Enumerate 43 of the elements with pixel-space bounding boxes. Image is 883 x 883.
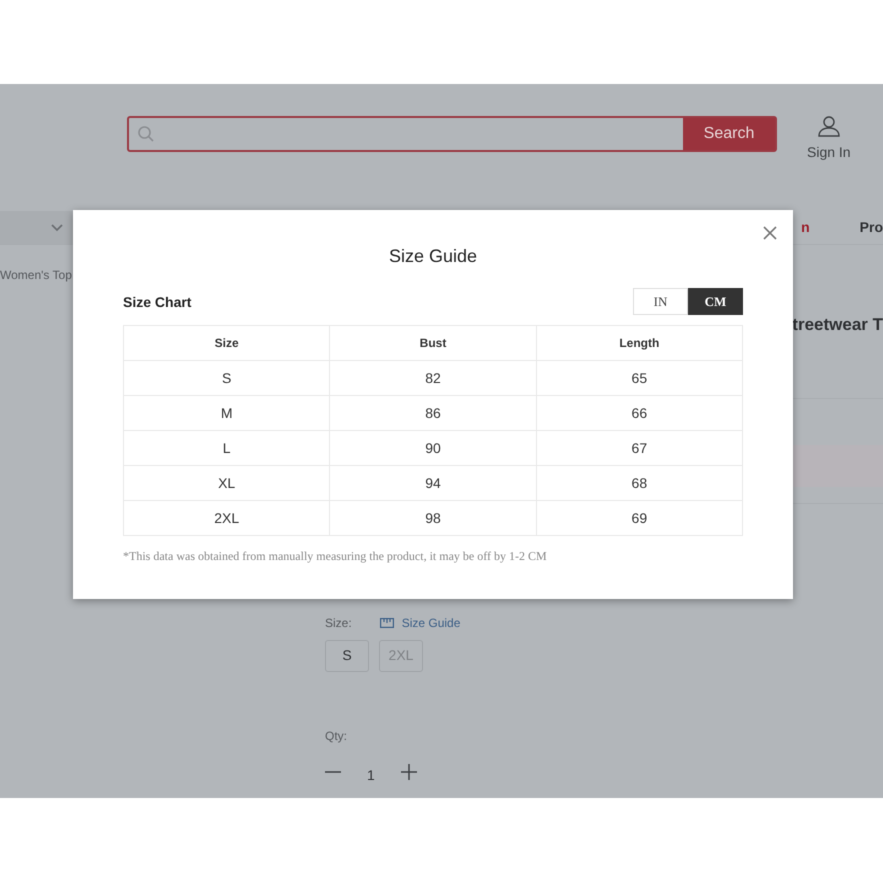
- table-cell: 82: [330, 360, 536, 396]
- breadcrumb-link[interactable]: Women's Top: [0, 266, 72, 338]
- table-cell: S: [124, 360, 330, 396]
- table-cell: 94: [330, 466, 536, 500]
- nav-link[interactable]: n: [801, 217, 810, 238]
- table-cell: 68: [536, 466, 742, 500]
- column-header: Size: [124, 326, 330, 360]
- search-icon: [137, 125, 155, 143]
- unit-toggle[interactable]: CM: [688, 288, 743, 315]
- table-cell: 86: [330, 396, 536, 430]
- sign-in-button[interactable]: Sign In: [807, 114, 851, 163]
- table-cell: M: [124, 396, 330, 430]
- table-cell: 67: [536, 430, 742, 466]
- table-cell: L: [124, 430, 330, 466]
- user-icon: [816, 114, 841, 138]
- table-cell: XL: [124, 466, 330, 500]
- product-title: treetwear T: [792, 314, 883, 336]
- column-header: Length: [536, 326, 742, 360]
- dialog-title: Size Guide: [388, 245, 478, 268]
- table-cell: 65: [536, 360, 742, 396]
- size-label: Size:: [325, 614, 352, 632]
- search-button[interactable]: Search: [683, 118, 775, 150]
- chart-title: Size Chart: [123, 293, 192, 312]
- close-button[interactable]: [763, 226, 777, 240]
- size-option[interactable]: S: [325, 640, 369, 672]
- nav-link[interactable]: Pro: [860, 217, 883, 238]
- plus-icon: [400, 764, 417, 780]
- table-cell: 90: [330, 430, 536, 466]
- chevron-down-icon: [51, 224, 63, 232]
- qty-label: Qty:: [325, 728, 348, 744]
- minus-icon: [325, 771, 341, 773]
- column-header: Bust: [330, 326, 536, 360]
- measurement-note: *This data was obtained from manually measuring the product, it may be off by 1-2 CM: [123, 548, 548, 565]
- size-guide-link[interactable]: Size Guide: [380, 614, 460, 632]
- search-field[interactable]: Search: [127, 116, 777, 152]
- table-cell: 69: [536, 500, 742, 536]
- unit-toggle[interactable]: IN: [633, 288, 688, 315]
- plus-button[interactable]: [400, 764, 417, 780]
- quantity-value: 1: [367, 766, 375, 784]
- table-cell: 98: [330, 500, 536, 536]
- ruler-icon: [380, 618, 394, 628]
- table-cell: 66: [536, 396, 742, 430]
- table-cell: 2XL: [124, 500, 330, 536]
